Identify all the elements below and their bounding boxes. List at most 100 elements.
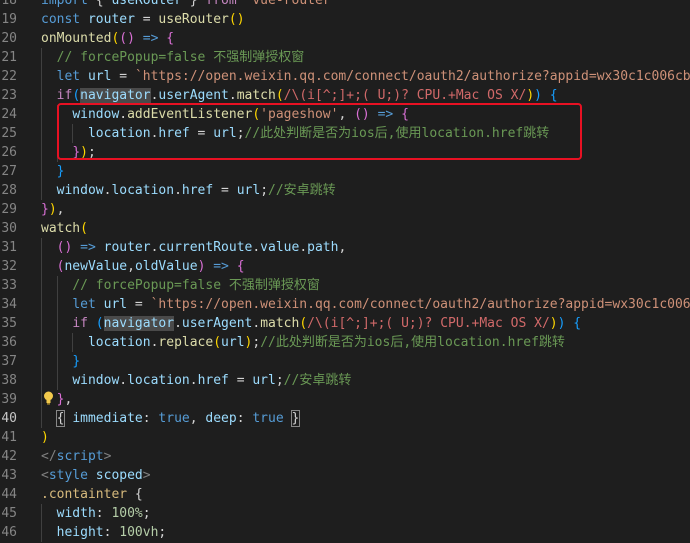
code-token: window bbox=[72, 107, 120, 122]
code-token: ; bbox=[142, 506, 151, 521]
code-line[interactable]: 34 let url = `https://open.weixin.qq.com… bbox=[0, 295, 690, 314]
code-line[interactable]: 35 if (navigator.userAgent.match(/\(i[^;… bbox=[0, 314, 690, 333]
code-line[interactable]: 28 window.location.href = url;//安卓跳转 bbox=[0, 181, 690, 200]
code-text: <style scoped> bbox=[41, 466, 151, 485]
code-token: . bbox=[252, 316, 261, 331]
code-line[interactable]: 33 // forcePopup=false 不强制弹授权窗 bbox=[0, 276, 690, 295]
code-line[interactable]: 43 <style scoped> bbox=[0, 466, 690, 485]
code-line[interactable]: 32 (newValue,oldValue) => { bbox=[0, 257, 690, 276]
code-line[interactable]: 37 } bbox=[0, 352, 690, 371]
line-number: 30 bbox=[1, 221, 17, 236]
code-line[interactable]: 26 }); bbox=[0, 143, 690, 162]
code-line[interactable]: 22 let url = `https://open.weixin.qq.com… bbox=[0, 67, 690, 86]
line-number: 24 bbox=[1, 107, 17, 122]
code-token: const bbox=[41, 12, 81, 27]
line-number: 33 bbox=[1, 278, 17, 293]
code-line[interactable]: 39 }, bbox=[0, 390, 690, 409]
code-token: } bbox=[290, 410, 301, 427]
code-token: } bbox=[41, 202, 49, 217]
code-line[interactable]: 24 window.addEventListener('pageshow', (… bbox=[0, 105, 690, 124]
code-line[interactable]: 25 location.href = url;//此处判断是否为ios后,使用l… bbox=[0, 124, 690, 143]
code-token: = bbox=[228, 373, 253, 388]
code-token: => bbox=[377, 107, 394, 122]
code-text: window.location.href = url;//安卓跳转 bbox=[41, 181, 336, 200]
code-token: => bbox=[80, 240, 96, 255]
line-number: 29 bbox=[1, 202, 17, 217]
code-token: href bbox=[197, 373, 229, 388]
code-token: location bbox=[127, 373, 190, 388]
code-text: () => router.currentRoute.value.path, bbox=[41, 238, 347, 257]
code-token: value bbox=[260, 240, 300, 255]
code-token: ) bbox=[48, 202, 57, 217]
lightbulb-icon[interactable] bbox=[43, 391, 54, 405]
code-token: useRouter bbox=[158, 12, 229, 27]
code-token: { bbox=[401, 107, 409, 122]
code-token: script bbox=[56, 449, 104, 464]
code-text: } bbox=[41, 352, 80, 371]
code-line[interactable]: 45 width: 100%; bbox=[0, 504, 690, 523]
code-line[interactable]: 31 () => router.currentRoute.value.path, bbox=[0, 238, 690, 257]
code-token: //此处判断是否为ios后,使用location.href跳转 bbox=[244, 126, 550, 141]
line-number: 45 bbox=[1, 506, 17, 521]
code-line[interactable]: 30 watch( bbox=[0, 219, 690, 238]
code-line[interactable]: 20 onMounted(() => { bbox=[0, 29, 690, 48]
code-line[interactable]: 29}), bbox=[0, 200, 690, 219]
line-number: 39 bbox=[1, 392, 17, 407]
code-token: 'vue-router' bbox=[244, 0, 339, 8]
code-token: ; bbox=[252, 335, 261, 350]
code-token: ( bbox=[299, 316, 308, 331]
code-token: /\(i[^;]+;( U;)? CPU.+Mac OS X/ bbox=[283, 88, 527, 103]
code-token: , bbox=[338, 240, 347, 255]
code-token: 'pageshow' bbox=[260, 107, 339, 122]
code-token: : bbox=[95, 506, 112, 521]
code-line[interactable]: 19 const router = useRouter() bbox=[0, 10, 690, 29]
line-number: 26 bbox=[1, 145, 17, 160]
code-line[interactable]: 21 // forcePopup=false 不强制弹授权窗 bbox=[0, 48, 690, 67]
line-number: 41 bbox=[1, 430, 17, 445]
code-line[interactable]: 40 { immediate: true, deep: true } bbox=[0, 409, 690, 428]
code-token: addEventListener bbox=[127, 107, 253, 122]
code-text: }), bbox=[41, 200, 64, 219]
code-line[interactable]: 41) bbox=[0, 428, 690, 447]
code-token: url bbox=[213, 126, 237, 141]
code-line[interactable]: 38 window.location.href = url;//安卓跳转 bbox=[0, 371, 690, 390]
code-token: height bbox=[56, 525, 104, 540]
code-line[interactable]: 44 .containter { bbox=[0, 485, 690, 504]
code-line[interactable]: 36 location.replace(url);//此处判断是否为ios后,使… bbox=[0, 333, 690, 352]
code-token: = bbox=[134, 12, 159, 27]
code-line[interactable]: 42 </script> bbox=[0, 447, 690, 466]
code-token: ; bbox=[87, 145, 96, 160]
code-token: : bbox=[142, 411, 159, 426]
code-text: .containter { bbox=[41, 485, 143, 504]
line-number: 32 bbox=[1, 259, 17, 274]
code-token: window bbox=[72, 373, 120, 388]
code-line[interactable]: 23 if(navigator.userAgent.match(/\(i[^;]… bbox=[0, 86, 690, 105]
code-text: let url = `https://open.weixin.qq.com/co… bbox=[41, 67, 690, 86]
code-token: //安卓跳转 bbox=[268, 183, 336, 198]
code-token: window bbox=[56, 183, 104, 198]
code-token: from bbox=[205, 0, 237, 8]
line-number: 22 bbox=[1, 69, 17, 84]
code-line[interactable]: 46 height: 100vh; bbox=[0, 523, 690, 542]
code-token: . bbox=[174, 316, 182, 331]
code-token: () bbox=[119, 31, 135, 46]
code-line[interactable]: 27 } bbox=[0, 162, 690, 181]
code-token: ) bbox=[526, 88, 535, 103]
code-token: ( bbox=[72, 88, 81, 103]
code-token: ( bbox=[80, 221, 88, 236]
code-token: : bbox=[103, 525, 120, 540]
code-editor[interactable]: 18 import { useRouter } from 'vue-router'… bbox=[0, 0, 690, 543]
code-line[interactable]: 18 import { useRouter } from 'vue-router' bbox=[0, 0, 690, 10]
line-number: 31 bbox=[1, 240, 17, 255]
code-token: /\(i[^;]+;( U;)? CPU.+Mac OS X/ bbox=[307, 316, 550, 331]
code-text: onMounted(() => { bbox=[41, 29, 174, 48]
code-token: } bbox=[56, 164, 65, 179]
code-token: url bbox=[87, 69, 112, 84]
code-text: let url = `https://open.weixin.qq.com/co… bbox=[41, 295, 690, 314]
code-token: url bbox=[252, 373, 276, 388]
line-number: 21 bbox=[1, 50, 17, 65]
